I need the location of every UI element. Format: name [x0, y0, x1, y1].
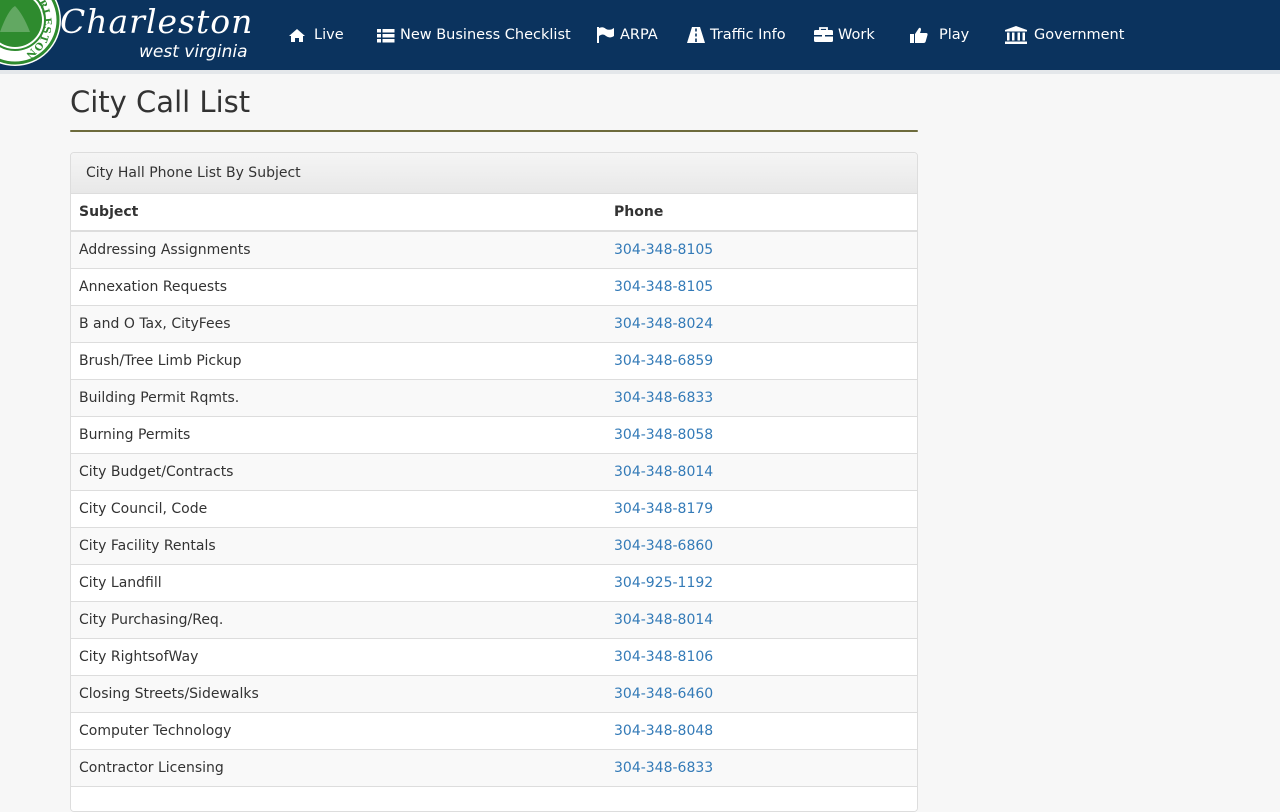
brand-subtitle: west virginia	[139, 42, 248, 62]
table-row: City Budget/Contracts 304-348-8014	[71, 452, 917, 490]
phone-cell: 304-348-6460	[606, 674, 917, 712]
phone-link[interactable]: 304-348-8058	[614, 427, 713, 443]
phone-list-panel: City Hall Phone List By Subject Subject …	[70, 152, 918, 812]
nav-item-live[interactable]: Live	[288, 22, 344, 48]
phone-link[interactable]: 304-348-6460	[614, 686, 713, 702]
phone-link[interactable]: 304-348-6833	[614, 760, 713, 776]
subject-cell: Contractor Licensing	[71, 748, 606, 786]
navbar-shadow	[0, 70, 1280, 74]
column-header-subject: Subject	[71, 194, 606, 232]
table-row: City Council, Code 304-348-8179	[71, 489, 917, 527]
table-header-row: Subject Phone	[71, 194, 917, 232]
phone-link[interactable]: 304-348-6859	[614, 353, 713, 369]
thumbs-up-icon	[910, 27, 928, 43]
home-icon	[289, 28, 305, 42]
panel-heading: City Hall Phone List By Subject	[71, 153, 917, 194]
phone-link[interactable]: 304-348-8048	[614, 723, 713, 739]
subject-cell: Computer Technology	[71, 711, 606, 749]
nav-label: Work	[838, 27, 875, 43]
nav-label: Live	[314, 27, 344, 43]
phone-cell: 304-348-8058	[606, 415, 917, 453]
table-row: Closing Streets/Sidewalks 304-348-6460	[71, 674, 917, 712]
phone-link[interactable]: 304-348-8106	[614, 649, 713, 665]
subject-cell: Addressing Assignments	[71, 230, 606, 268]
nav-item-traffic-info[interactable]: Traffic Info	[687, 22, 786, 48]
nav-item-government[interactable]: Government	[1005, 22, 1124, 48]
table-row: B and O Tax, CityFees 304-348-8024	[71, 304, 917, 342]
nav-label: Traffic Info	[710, 27, 786, 43]
table-row: Building Permit Rqmts. 304-348-6833	[71, 378, 917, 416]
top-navbar: C H A R L E S T O N Charleston west virg…	[0, 0, 1280, 70]
subject-cell: Building Permit Rqmts.	[71, 378, 606, 416]
table-row: Addressing Assignments 304-348-8105	[71, 230, 917, 268]
nav-label: Government	[1034, 27, 1125, 43]
nav-label: ARPA	[620, 27, 658, 43]
flag-icon	[597, 27, 614, 43]
phone-link[interactable]: 304-348-8014	[614, 612, 713, 628]
subject-cell: Burning Permits	[71, 415, 606, 453]
phone-link[interactable]: 304-348-6860	[614, 538, 713, 554]
subject-cell	[71, 785, 606, 811]
phone-cell: 304-348-8106	[606, 637, 917, 675]
city-seal-icon: C H A R L E S T O N	[0, 0, 61, 66]
list-icon	[377, 28, 395, 42]
phone-cell: 304-348-8014	[606, 452, 917, 490]
nav-item-new-business-checklist[interactable]: New Business Checklist	[377, 22, 571, 48]
table-row: Burning Permits 304-348-8058	[71, 415, 917, 453]
phone-cell: 304-348-8105	[606, 267, 917, 305]
subject-cell: City Budget/Contracts	[71, 452, 606, 490]
phone-link[interactable]: 304-348-8179	[614, 501, 713, 517]
subject-cell: Annexation Requests	[71, 267, 606, 305]
phone-cell: 304-348-8048	[606, 711, 917, 749]
brand-title: Charleston	[60, 2, 254, 41]
page-title: City Call List	[70, 85, 251, 119]
phone-cell: 304-348-6859	[606, 341, 917, 379]
table-row: City RightsofWay 304-348-8106	[71, 637, 917, 675]
title-divider	[70, 130, 918, 132]
phone-link[interactable]: 304-348-8014	[614, 464, 713, 480]
subject-cell: Closing Streets/Sidewalks	[71, 674, 606, 712]
phone-cell: 304-925-1192	[606, 563, 917, 601]
phone-cell: 304-348-8105	[606, 230, 917, 268]
phone-link[interactable]: 304-348-6833	[614, 390, 713, 406]
nav-label: Play	[939, 27, 970, 43]
phone-cell: 304-348-8024	[606, 304, 917, 342]
phone-cell	[606, 785, 917, 811]
table-row: City Purchasing/Req. 304-348-8014	[71, 600, 917, 638]
phone-link[interactable]: 304-925-1192	[614, 575, 713, 591]
phone-link[interactable]: 304-348-8105	[614, 279, 713, 295]
subject-cell: B and O Tax, CityFees	[71, 304, 606, 342]
table-row	[71, 785, 917, 811]
phone-cell: 304-348-6860	[606, 526, 917, 564]
nav-item-work[interactable]: Work	[814, 22, 875, 48]
phone-cell: 304-348-6833	[606, 748, 917, 786]
seal-letter: S	[40, 26, 52, 34]
site-logo[interactable]: C H A R L E S T O N Charleston west virg…	[0, 0, 254, 70]
subject-cell: City Landfill	[71, 563, 606, 601]
table-row: Brush/Tree Limb Pickup 304-348-6859	[71, 341, 917, 379]
subject-cell: City Council, Code	[71, 489, 606, 527]
nav-item-arpa[interactable]: ARPA	[597, 22, 658, 48]
road-icon	[687, 27, 705, 43]
phone-cell: 304-348-8179	[606, 489, 917, 527]
table-row: Annexation Requests 304-348-8105	[71, 267, 917, 305]
subject-cell: City RightsofWay	[71, 637, 606, 675]
column-header-phone: Phone	[606, 194, 917, 232]
phone-link[interactable]: 304-348-8105	[614, 242, 713, 258]
table-row: City Landfill 304-925-1192	[71, 563, 917, 601]
nav-label: New Business Checklist	[400, 27, 571, 43]
nav-item-play[interactable]: Play	[910, 22, 969, 48]
subject-cell: Brush/Tree Limb Pickup	[71, 341, 606, 379]
table-row: Contractor Licensing 304-348-6833	[71, 748, 917, 786]
table-row: City Facility Rentals 304-348-6860	[71, 526, 917, 564]
subject-cell: City Facility Rentals	[71, 526, 606, 564]
table-row: Computer Technology 304-348-8048	[71, 711, 917, 749]
phone-list-table: Subject Phone Addressing Assignments 304…	[71, 194, 917, 811]
briefcase-icon	[814, 27, 833, 42]
phone-cell: 304-348-8014	[606, 600, 917, 638]
phone-cell: 304-348-6833	[606, 378, 917, 416]
phone-link[interactable]: 304-348-8024	[614, 316, 713, 332]
institution-icon	[1005, 26, 1027, 44]
subject-cell: City Purchasing/Req.	[71, 600, 606, 638]
